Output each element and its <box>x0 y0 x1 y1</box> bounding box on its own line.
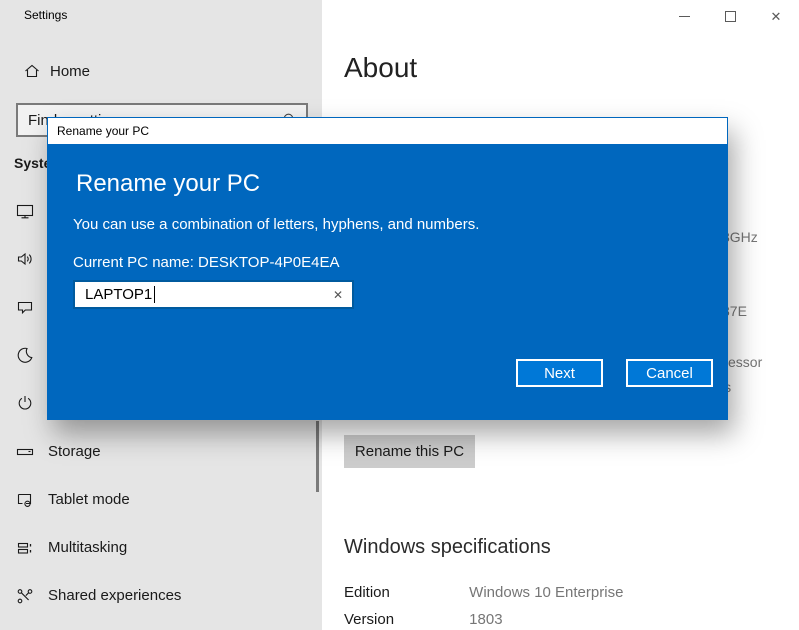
sidebar-item-tablet-mode[interactable]: Tablet mode <box>0 485 322 515</box>
display-icon <box>15 201 35 221</box>
dialog-description: You can use a combination of letters, hy… <box>73 216 479 233</box>
text-caret <box>154 286 155 303</box>
cancel-button[interactable]: Cancel <box>626 359 713 387</box>
sidebar-item-power-sleep[interactable] <box>15 393 35 413</box>
rename-this-pc-button[interactable]: Rename this PC <box>344 435 475 468</box>
sidebar-item-sound[interactable] <box>15 249 35 269</box>
multitasking-label: Multitasking <box>48 533 127 563</box>
spec-label: Edition <box>344 584 465 601</box>
sidebar-item-home[interactable]: Home <box>0 58 322 86</box>
shared-experiences-label: Shared experiences <box>48 581 181 611</box>
power-sleep-icon <box>15 393 35 413</box>
spec-label: Version <box>344 611 465 628</box>
sidebar-item-shared-experiences[interactable]: Shared experiences <box>0 581 322 611</box>
dialog-heading: Rename your PC <box>76 170 260 198</box>
maximize-button[interactable] <box>707 0 753 32</box>
dialog-titlebar: Rename your PC <box>48 118 727 144</box>
close-button[interactable]: ✕ <box>753 0 799 32</box>
tablet-mode-label: Tablet mode <box>48 485 130 515</box>
dialog-body: Rename your PC You can use a combination… <box>48 144 727 419</box>
sidebar-item-focus-assist[interactable] <box>15 345 35 365</box>
focus-assist-icon <box>15 345 35 365</box>
maximize-icon <box>725 11 736 22</box>
window-controls: ✕ <box>661 0 799 32</box>
settings-window: Home System <box>0 0 799 630</box>
notifications-icon <box>15 297 35 317</box>
clear-input-button[interactable]: ✕ <box>324 288 352 302</box>
spec-row-version: Version 1803 <box>344 611 744 628</box>
sound-icon <box>15 249 35 269</box>
sidebar-item-multitasking[interactable]: Multitasking <box>0 533 322 563</box>
tablet-mode-icon <box>15 490 35 510</box>
home-icon <box>23 62 41 80</box>
page-title: About <box>344 52 417 84</box>
windows-specifications-heading: Windows specifications <box>344 536 551 559</box>
sidebar-item-storage[interactable]: Storage <box>0 437 322 467</box>
multitasking-icon <box>15 538 35 558</box>
spec-value: Windows 10 Enterprise <box>469 584 623 601</box>
current-pc-name-label: Current PC name: DESKTOP-4P0E4EA <box>73 254 340 271</box>
dialog-titlebar-text: Rename your PC <box>57 124 149 138</box>
sidebar-scrollbar-thumb[interactable] <box>316 421 319 492</box>
next-button[interactable]: Next <box>516 359 603 387</box>
minimize-button[interactable] <box>661 0 707 32</box>
pc-name-input-value: LAPTOP1 <box>85 286 152 303</box>
home-label: Home <box>50 58 90 86</box>
pc-name-input[interactable]: LAPTOP1 ✕ <box>73 280 354 309</box>
window-title: Settings <box>24 8 67 22</box>
spec-row-edition: Edition Windows 10 Enterprise <box>344 584 744 601</box>
storage-icon <box>15 442 35 462</box>
rename-pc-dialog: Rename your PC Rename your PC You can us… <box>47 117 728 420</box>
clear-icon: ✕ <box>333 288 343 302</box>
close-icon: ✕ <box>771 10 782 23</box>
sidebar-item-display[interactable] <box>15 201 35 221</box>
spec-value: 1803 <box>469 611 502 628</box>
storage-label: Storage <box>48 437 101 467</box>
minimize-icon <box>679 16 690 17</box>
sidebar-item-notifications[interactable] <box>15 297 35 317</box>
shared-experiences-icon <box>15 586 35 606</box>
